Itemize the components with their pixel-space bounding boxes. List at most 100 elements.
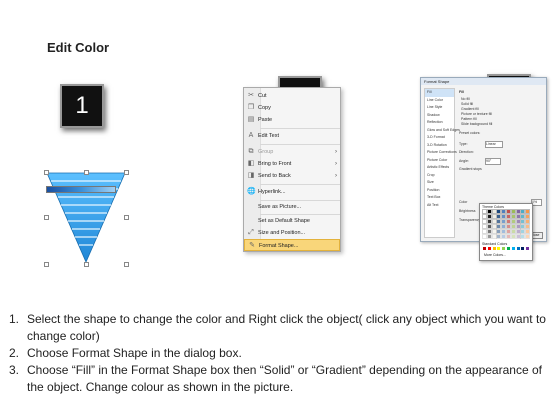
standard-color-swatch[interactable]: [502, 247, 506, 250]
color-swatch[interactable]: [501, 229, 507, 234]
sidebar-item-alt-text[interactable]: Alt Text: [425, 202, 454, 210]
color-swatch[interactable]: [510, 234, 516, 239]
sidebar-item-shadow[interactable]: Shadow: [425, 112, 454, 120]
color-swatch[interactable]: [510, 224, 516, 229]
color-swatch[interactable]: [506, 214, 511, 219]
color-swatch[interactable]: [491, 234, 497, 239]
color-swatch[interactable]: [525, 219, 531, 224]
sidebar-item-fill[interactable]: Fill: [425, 89, 454, 97]
color-swatch[interactable]: [496, 209, 502, 214]
menu-item-cut[interactable]: ✂ Cut: [244, 90, 340, 102]
color-swatch[interactable]: [486, 209, 492, 214]
more-colors-link[interactable]: More Colors...: [484, 253, 506, 257]
color-swatch[interactable]: [510, 209, 516, 214]
standard-color-swatch[interactable]: [492, 247, 496, 250]
selection-handle[interactable]: [44, 215, 49, 220]
menu-item-group[interactable]: ⧉ Group ›: [244, 146, 340, 158]
color-swatch[interactable]: [510, 229, 516, 234]
sidebar-item-reflection[interactable]: Reflection: [425, 119, 454, 127]
color-swatch[interactable]: [491, 224, 497, 229]
sidebar-item-3d-rotation[interactable]: 3-D Rotation: [425, 142, 454, 150]
color-swatch[interactable]: [510, 214, 516, 219]
menu-item-paste[interactable]: ▤ Paste: [244, 114, 340, 126]
color-swatch[interactable]: [482, 209, 487, 214]
color-swatch[interactable]: [496, 214, 502, 219]
color-swatch[interactable]: [491, 229, 497, 234]
selection-handle[interactable]: [124, 170, 129, 175]
menu-item-hyperlink[interactable]: 🌐 Hyperlink...: [244, 186, 340, 198]
menu-item-copy[interactable]: ❐ Copy: [244, 102, 340, 114]
radio-slide-background-fill[interactable]: Slide background fill: [461, 122, 492, 126]
color-swatch[interactable]: [491, 214, 497, 219]
selection-handle[interactable]: [124, 262, 129, 267]
color-swatch[interactable]: [501, 214, 507, 219]
color-swatch[interactable]: [482, 234, 487, 239]
color-swatch[interactable]: [520, 229, 526, 234]
standard-color-swatch[interactable]: [487, 247, 491, 250]
sidebar-item-artistic-effects[interactable]: Artistic Effects: [425, 164, 454, 172]
color-swatch[interactable]: [515, 224, 521, 229]
color-swatch[interactable]: [501, 234, 507, 239]
menu-item-size-and-position[interactable]: ⤢ Size and Position...: [244, 227, 340, 239]
sidebar-item-picture-color[interactable]: Picture Color: [425, 157, 454, 165]
color-swatch[interactable]: [491, 209, 497, 214]
sidebar-item-glow[interactable]: Glow and Soft Edges: [425, 127, 460, 135]
inverted-pyramid-shape[interactable]: [44, 170, 128, 266]
menu-item-format-shape[interactable]: ✎ Format Shape...: [244, 239, 340, 251]
color-swatch[interactable]: [501, 209, 507, 214]
radio-pattern-fill[interactable]: Pattern fill: [461, 117, 477, 121]
color-swatch[interactable]: [486, 234, 492, 239]
color-swatch[interactable]: [525, 214, 531, 219]
color-swatch[interactable]: [506, 209, 511, 214]
color-swatch[interactable]: [525, 224, 531, 229]
sidebar-item-text-box[interactable]: Text Box: [425, 194, 454, 202]
color-swatch[interactable]: [520, 209, 526, 214]
color-swatch[interactable]: [506, 224, 511, 229]
color-swatch[interactable]: [515, 219, 521, 224]
standard-color-swatch[interactable]: [516, 247, 520, 250]
selection-handle[interactable]: [124, 215, 129, 220]
color-swatch[interactable]: [506, 229, 511, 234]
color-swatch[interactable]: [491, 219, 497, 224]
color-swatch[interactable]: [506, 219, 511, 224]
standard-color-swatch[interactable]: [526, 247, 530, 250]
standard-color-swatch[interactable]: [507, 247, 510, 250]
selection-handle[interactable]: [44, 262, 49, 267]
color-swatch[interactable]: [525, 229, 531, 234]
menu-item-set-default-shape[interactable]: Set as Default Shape: [244, 215, 340, 227]
color-swatch[interactable]: [482, 229, 487, 234]
color-swatch[interactable]: [520, 234, 526, 239]
color-swatch[interactable]: [486, 229, 492, 234]
color-swatch[interactable]: [496, 219, 502, 224]
color-swatch[interactable]: [482, 214, 487, 219]
standard-color-swatch[interactable]: [483, 247, 486, 250]
selection-handle[interactable]: [44, 170, 49, 175]
color-swatch[interactable]: [486, 224, 492, 229]
menu-item-edit-text[interactable]: A Edit Text: [244, 130, 340, 142]
selection-handle[interactable]: [84, 170, 89, 175]
radio-gradient-fill[interactable]: Gradient fill: [461, 107, 479, 111]
standard-color-swatch[interactable]: [521, 247, 525, 250]
sidebar-item-3d-format[interactable]: 3-D Format: [425, 134, 454, 142]
color-swatch[interactable]: [482, 224, 487, 229]
selection-handle[interactable]: [84, 262, 89, 267]
standard-color-swatch[interactable]: [497, 247, 501, 250]
angle-input[interactable]: 90°: [485, 158, 501, 165]
color-swatch[interactable]: [525, 209, 531, 214]
sidebar-item-picture-corrections[interactable]: Picture Corrections: [425, 149, 457, 157]
color-swatch[interactable]: [515, 209, 521, 214]
type-select[interactable]: Linear: [485, 141, 503, 148]
color-swatch[interactable]: [486, 219, 492, 224]
color-swatch[interactable]: [515, 229, 521, 234]
color-swatch[interactable]: [515, 234, 521, 239]
color-swatch[interactable]: [506, 234, 511, 239]
radio-picture-fill[interactable]: Picture or texture fill: [461, 112, 492, 116]
gradient-stops-bar[interactable]: [46, 186, 116, 193]
color-swatch[interactable]: [482, 219, 487, 224]
color-swatch[interactable]: [525, 234, 531, 239]
color-swatch[interactable]: [501, 219, 507, 224]
color-swatch[interactable]: [496, 234, 502, 239]
menu-item-send-to-back[interactable]: ◨ Send to Back ›: [244, 170, 340, 182]
sidebar-item-line-color[interactable]: Line Color: [425, 97, 454, 105]
color-swatch[interactable]: [496, 229, 502, 234]
